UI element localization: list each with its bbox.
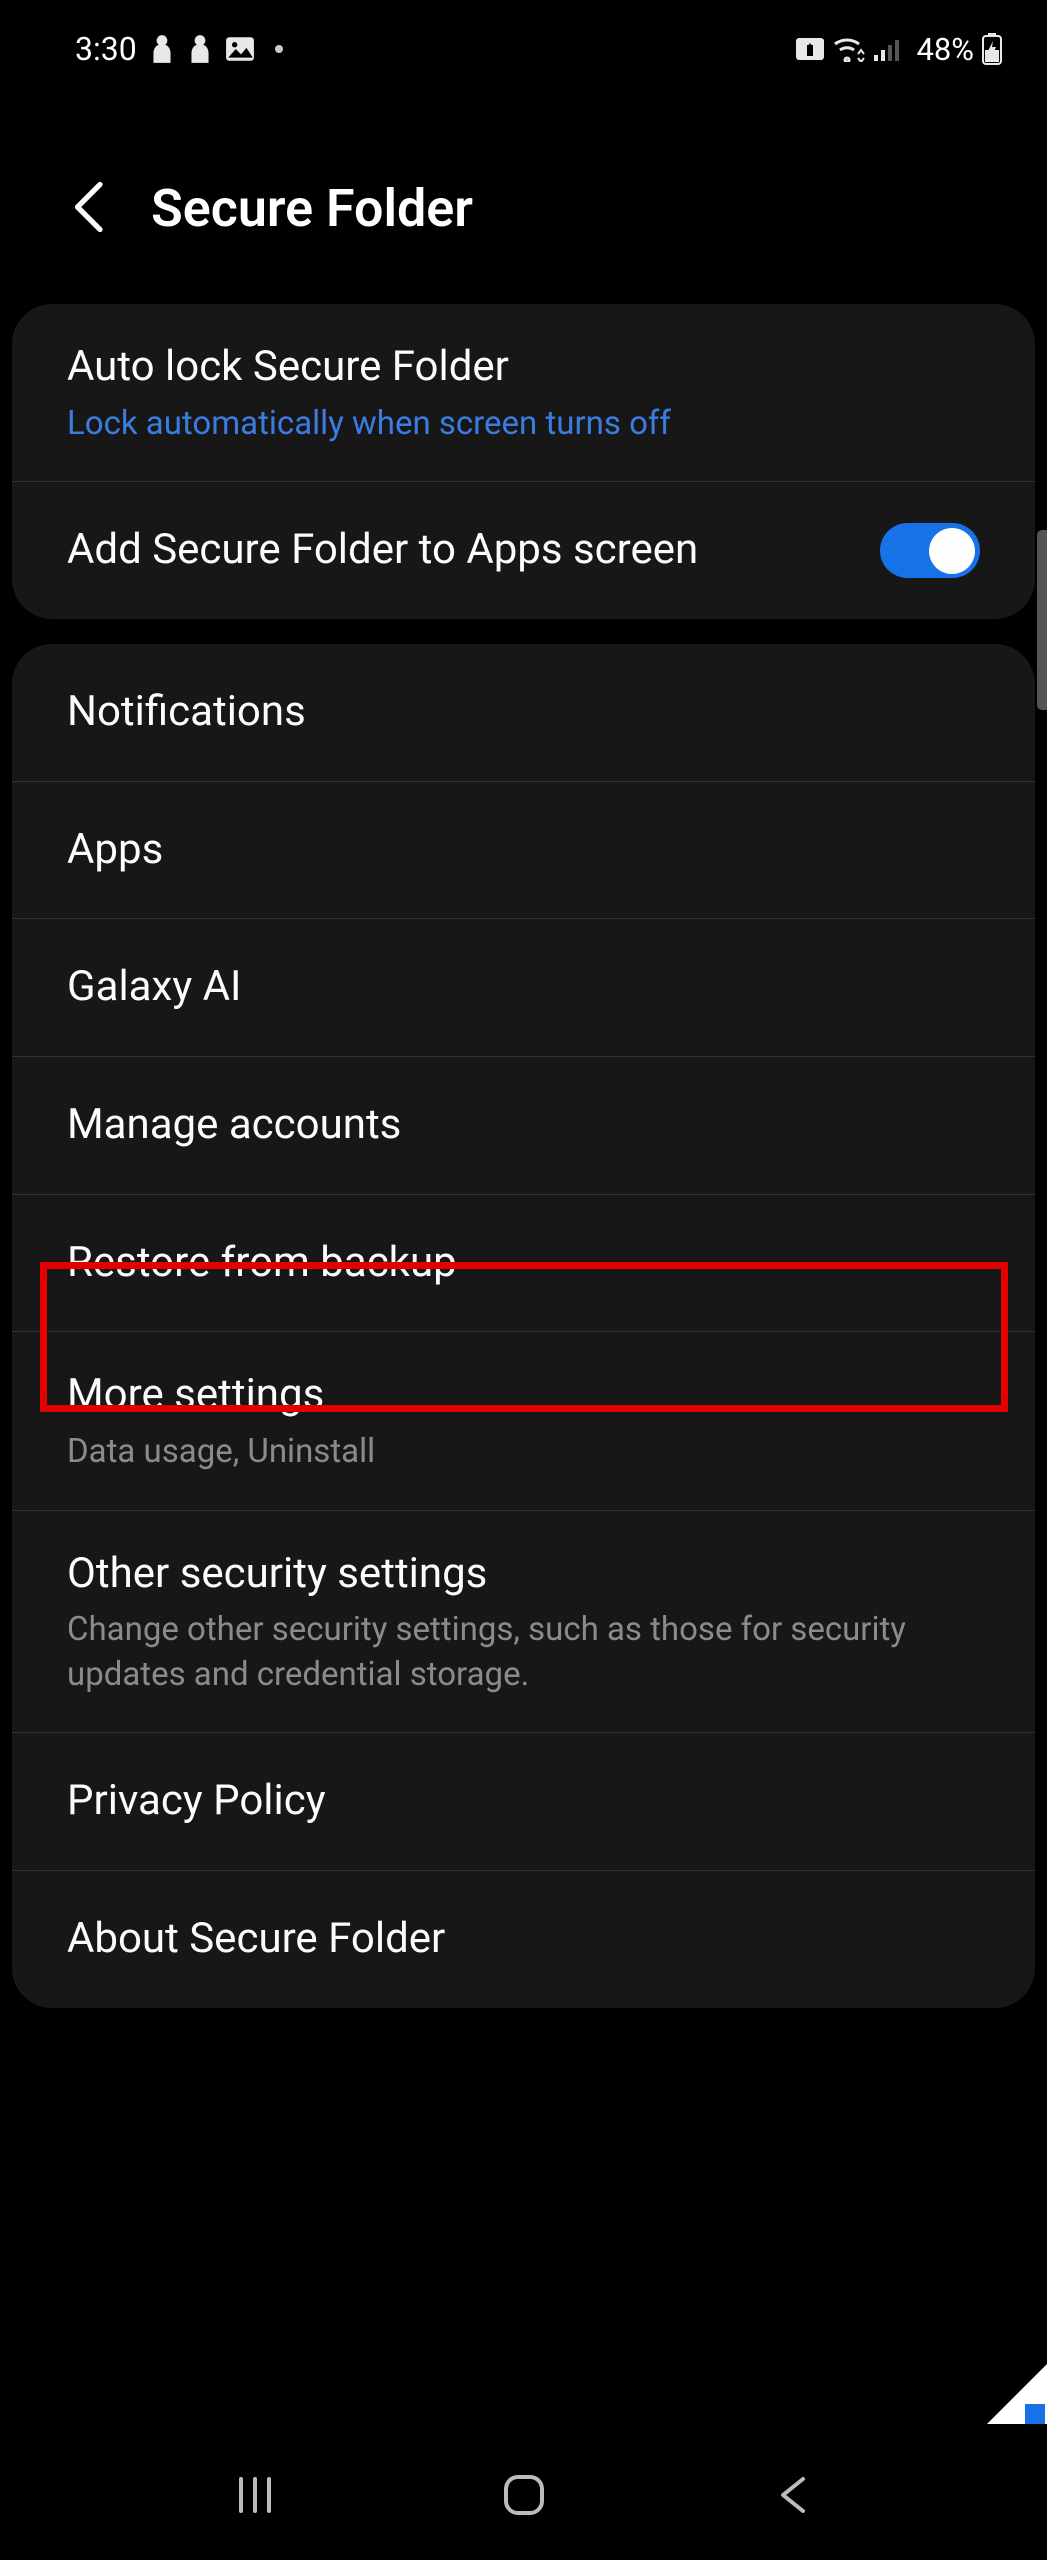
setting-manage-accounts-title: Manage accounts bbox=[67, 1097, 980, 1154]
corner-indicator-inner bbox=[1025, 2404, 1045, 2424]
setting-other-security[interactable]: Other security settings Change other sec… bbox=[12, 1511, 1035, 1734]
section-general-settings: Notifications Apps Galaxy AI Manage acco… bbox=[12, 644, 1035, 2008]
setting-other-security-title: Other security settings bbox=[67, 1546, 980, 1603]
toggle-add-to-apps[interactable] bbox=[880, 523, 980, 578]
setting-privacy-policy[interactable]: Privacy Policy bbox=[12, 1733, 1035, 1871]
setting-notifications[interactable]: Notifications bbox=[12, 644, 1035, 782]
status-bar: 3:30 48% bbox=[0, 0, 1047, 88]
nav-back-button[interactable] bbox=[763, 2465, 823, 2525]
nav-home-button[interactable] bbox=[494, 2465, 554, 2525]
secure-folder-status-icon-1 bbox=[149, 33, 175, 65]
setting-auto-lock[interactable]: Auto lock Secure Folder Lock automatical… bbox=[12, 304, 1035, 482]
setting-restore-backup[interactable]: Restore from backup bbox=[12, 1195, 1035, 1333]
page-header: Secure Folder bbox=[0, 88, 1047, 279]
status-dot-icon bbox=[275, 45, 283, 53]
status-right: 48% bbox=[796, 31, 1002, 68]
setting-auto-lock-subtitle: Lock automatically when screen turns off bbox=[67, 402, 980, 447]
setting-add-to-apps-screen[interactable]: Add Secure Folder to Apps screen bbox=[12, 482, 1035, 619]
setting-apps-title: Apps bbox=[67, 822, 980, 879]
scroll-indicator[interactable] bbox=[1037, 530, 1047, 710]
battery-percent: 48% bbox=[916, 31, 974, 68]
card-status-icon bbox=[796, 38, 824, 60]
setting-more-settings-title: More settings bbox=[67, 1367, 980, 1424]
setting-other-security-subtitle: Change other security settings, such as … bbox=[67, 1608, 980, 1697]
page-title: Secure Folder bbox=[151, 178, 473, 239]
status-time: 3:30 bbox=[75, 30, 137, 68]
setting-privacy-policy-title: Privacy Policy bbox=[67, 1773, 980, 1830]
navigation-bar bbox=[0, 2430, 1047, 2560]
setting-manage-accounts[interactable]: Manage accounts bbox=[12, 1057, 1035, 1195]
gallery-status-icon bbox=[225, 35, 255, 63]
setting-galaxy-ai-title: Galaxy AI bbox=[67, 959, 980, 1016]
setting-more-settings[interactable]: More settings Data usage, Uninstall bbox=[12, 1332, 1035, 1510]
setting-restore-backup-title: Restore from backup bbox=[67, 1235, 980, 1292]
signal-status-icon bbox=[874, 37, 904, 61]
setting-galaxy-ai[interactable]: Galaxy AI bbox=[12, 919, 1035, 1057]
section-lock-settings: Auto lock Secure Folder Lock automatical… bbox=[12, 304, 1035, 619]
setting-about[interactable]: About Secure Folder bbox=[12, 1871, 1035, 2008]
wifi-status-icon bbox=[832, 36, 866, 62]
setting-apps[interactable]: Apps bbox=[12, 782, 1035, 920]
battery-status-icon bbox=[982, 33, 1002, 65]
setting-add-to-apps-title: Add Secure Folder to Apps screen bbox=[67, 522, 880, 579]
secure-folder-status-icon-2 bbox=[187, 33, 213, 65]
status-left: 3:30 bbox=[75, 30, 283, 68]
setting-more-settings-subtitle: Data usage, Uninstall bbox=[67, 1430, 980, 1475]
nav-recents-button[interactable] bbox=[225, 2465, 285, 2525]
setting-auto-lock-title: Auto lock Secure Folder bbox=[67, 339, 980, 396]
toggle-thumb bbox=[929, 528, 975, 574]
setting-about-title: About Secure Folder bbox=[67, 1911, 980, 1968]
back-button[interactable] bbox=[70, 180, 106, 238]
setting-notifications-title: Notifications bbox=[67, 684, 980, 741]
